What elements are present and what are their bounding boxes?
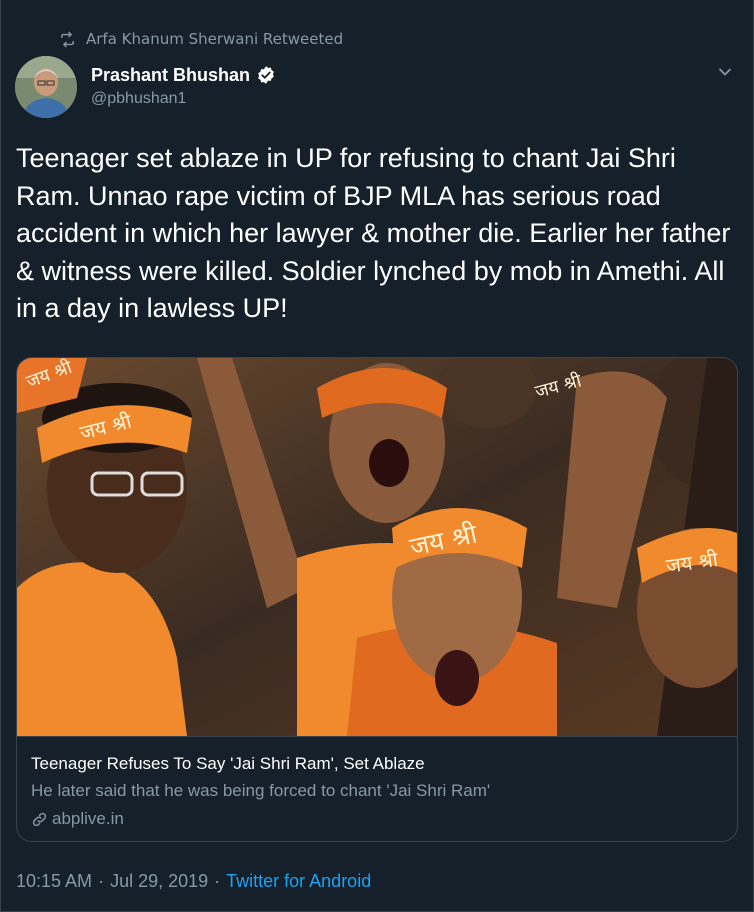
tweet-meta: 10:15 AM · Jul 29, 2019 · Twitter for An… [16,868,371,894]
retweet-label: Arfa Khanum Sherwani Retweeted [86,30,344,48]
verified-badge-icon [256,65,276,85]
more-options-button[interactable] [713,62,737,86]
card-domain[interactable]: abplive.in [31,807,723,831]
tweet-date[interactable]: Jul 29, 2019 [110,871,208,892]
chevron-down-icon [717,64,733,84]
tweet-source-link[interactable]: Twitter for Android [226,871,371,892]
tweet-time[interactable]: 10:15 AM [16,871,92,892]
meta-separator: · [214,870,221,891]
author-handle[interactable]: @pbhushan1 [91,90,276,108]
card-domain-label: abplive.in [52,809,124,828]
retweet-context[interactable]: Arfa Khanum Sherwani Retweeted [59,28,343,50]
avatar[interactable] [15,56,77,118]
tweet-container: Arfa Khanum Sherwani Retweeted Prashant … [0,0,754,912]
link-icon [31,811,48,828]
card-body[interactable]: Teenager Refuses To Say 'Jai Shri Ram', … [17,736,737,841]
card-image[interactable]: जय श्री जय श्री जय श्री जय श्री जय श्री [17,358,737,736]
meta-separator: · [98,870,105,891]
link-card[interactable]: जय श्री जय श्री जय श्री जय श्री जय श्री … [16,357,738,842]
author-name[interactable]: Prashant Bhushan [91,65,250,86]
author-block[interactable]: Prashant Bhushan @pbhushan1 [91,62,276,108]
card-title[interactable]: Teenager Refuses To Say 'Jai Shri Ram', … [31,753,723,775]
tweet-text: Teenager set ablaze in UP for refusing t… [16,143,731,323]
retweet-icon [59,31,76,48]
card-description: He later said that he was being forced t… [31,781,491,800]
